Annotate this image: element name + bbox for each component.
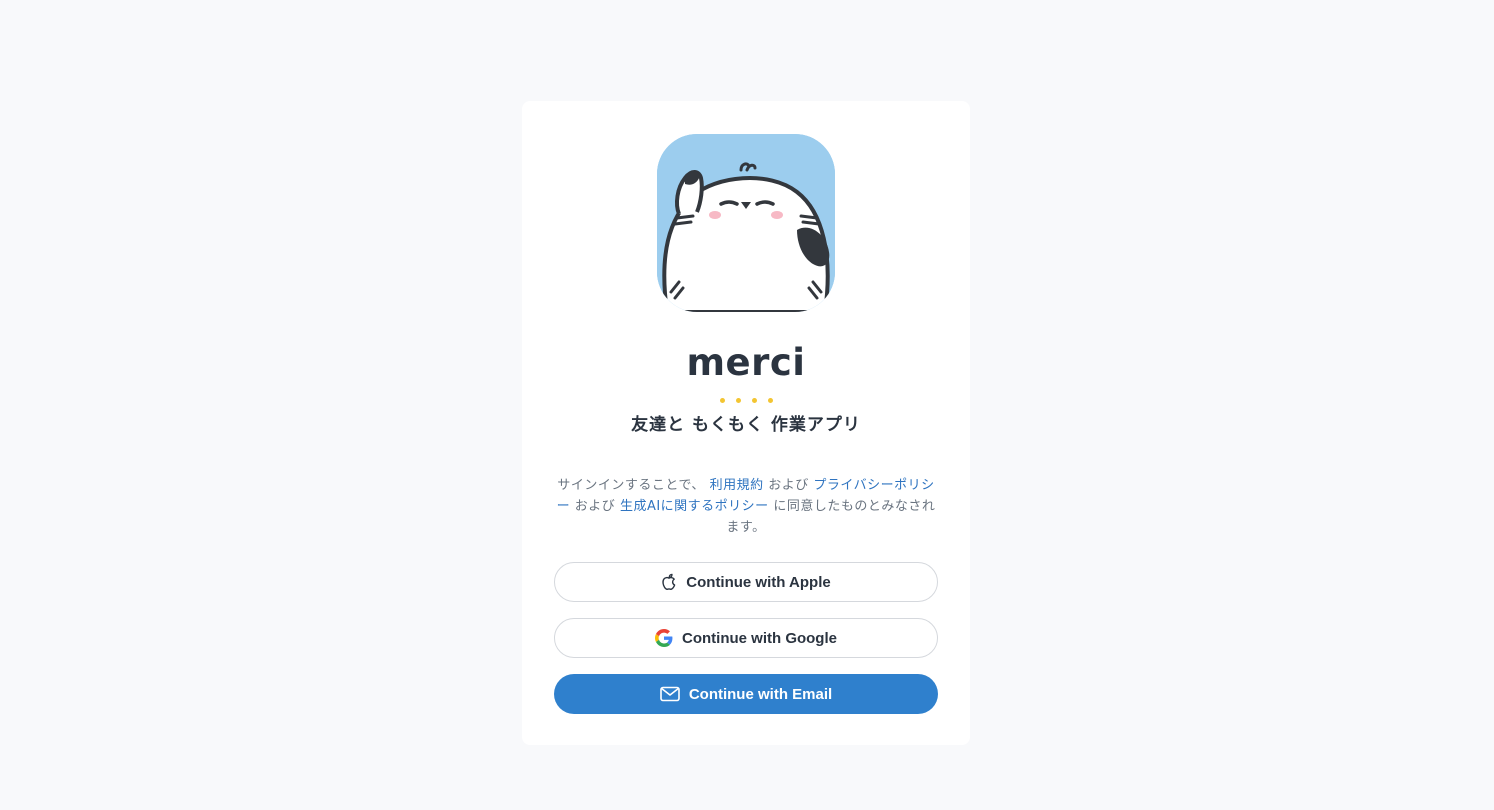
emphasis-dot — [767, 398, 773, 403]
app-logo-icon — [657, 134, 835, 312]
google-icon — [655, 629, 673, 647]
continue-with-google-button[interactable]: Continue with Google — [554, 618, 938, 658]
google-button-label: Continue with Google — [682, 629, 837, 647]
ai-policy-link[interactable]: 生成AIに関するポリシー — [620, 499, 769, 514]
emphasis-dot — [735, 398, 741, 403]
app-name: merci — [686, 341, 806, 384]
emphasis-dot — [751, 398, 757, 403]
terms-notice: サインインすることで、 利用規約 および プライバシーポリシー および 生成AI… — [554, 475, 938, 538]
terms-of-service-link[interactable]: 利用規約 — [710, 478, 764, 493]
tagline-emphasis-dots — [522, 398, 970, 403]
signin-card: merci 友達と もくもく 作業アプリ サインインすることで、 利用規約 およ… — [522, 101, 970, 745]
continue-with-apple-button[interactable]: Continue with Apple — [554, 562, 938, 602]
app-tagline: 友達と もくもく 作業アプリ — [631, 415, 861, 435]
terms-and-1: および — [768, 478, 809, 493]
continue-with-email-button[interactable]: Continue with Email — [554, 674, 938, 714]
terms-and-2: および — [574, 499, 616, 514]
apple-icon — [661, 573, 677, 591]
emphasis-dot — [719, 398, 725, 403]
mail-icon — [660, 686, 680, 702]
email-button-label: Continue with Email — [688, 685, 833, 703]
terms-prefix: サインインすることで、 — [557, 478, 705, 493]
apple-button-label: Continue with Apple — [686, 573, 831, 591]
